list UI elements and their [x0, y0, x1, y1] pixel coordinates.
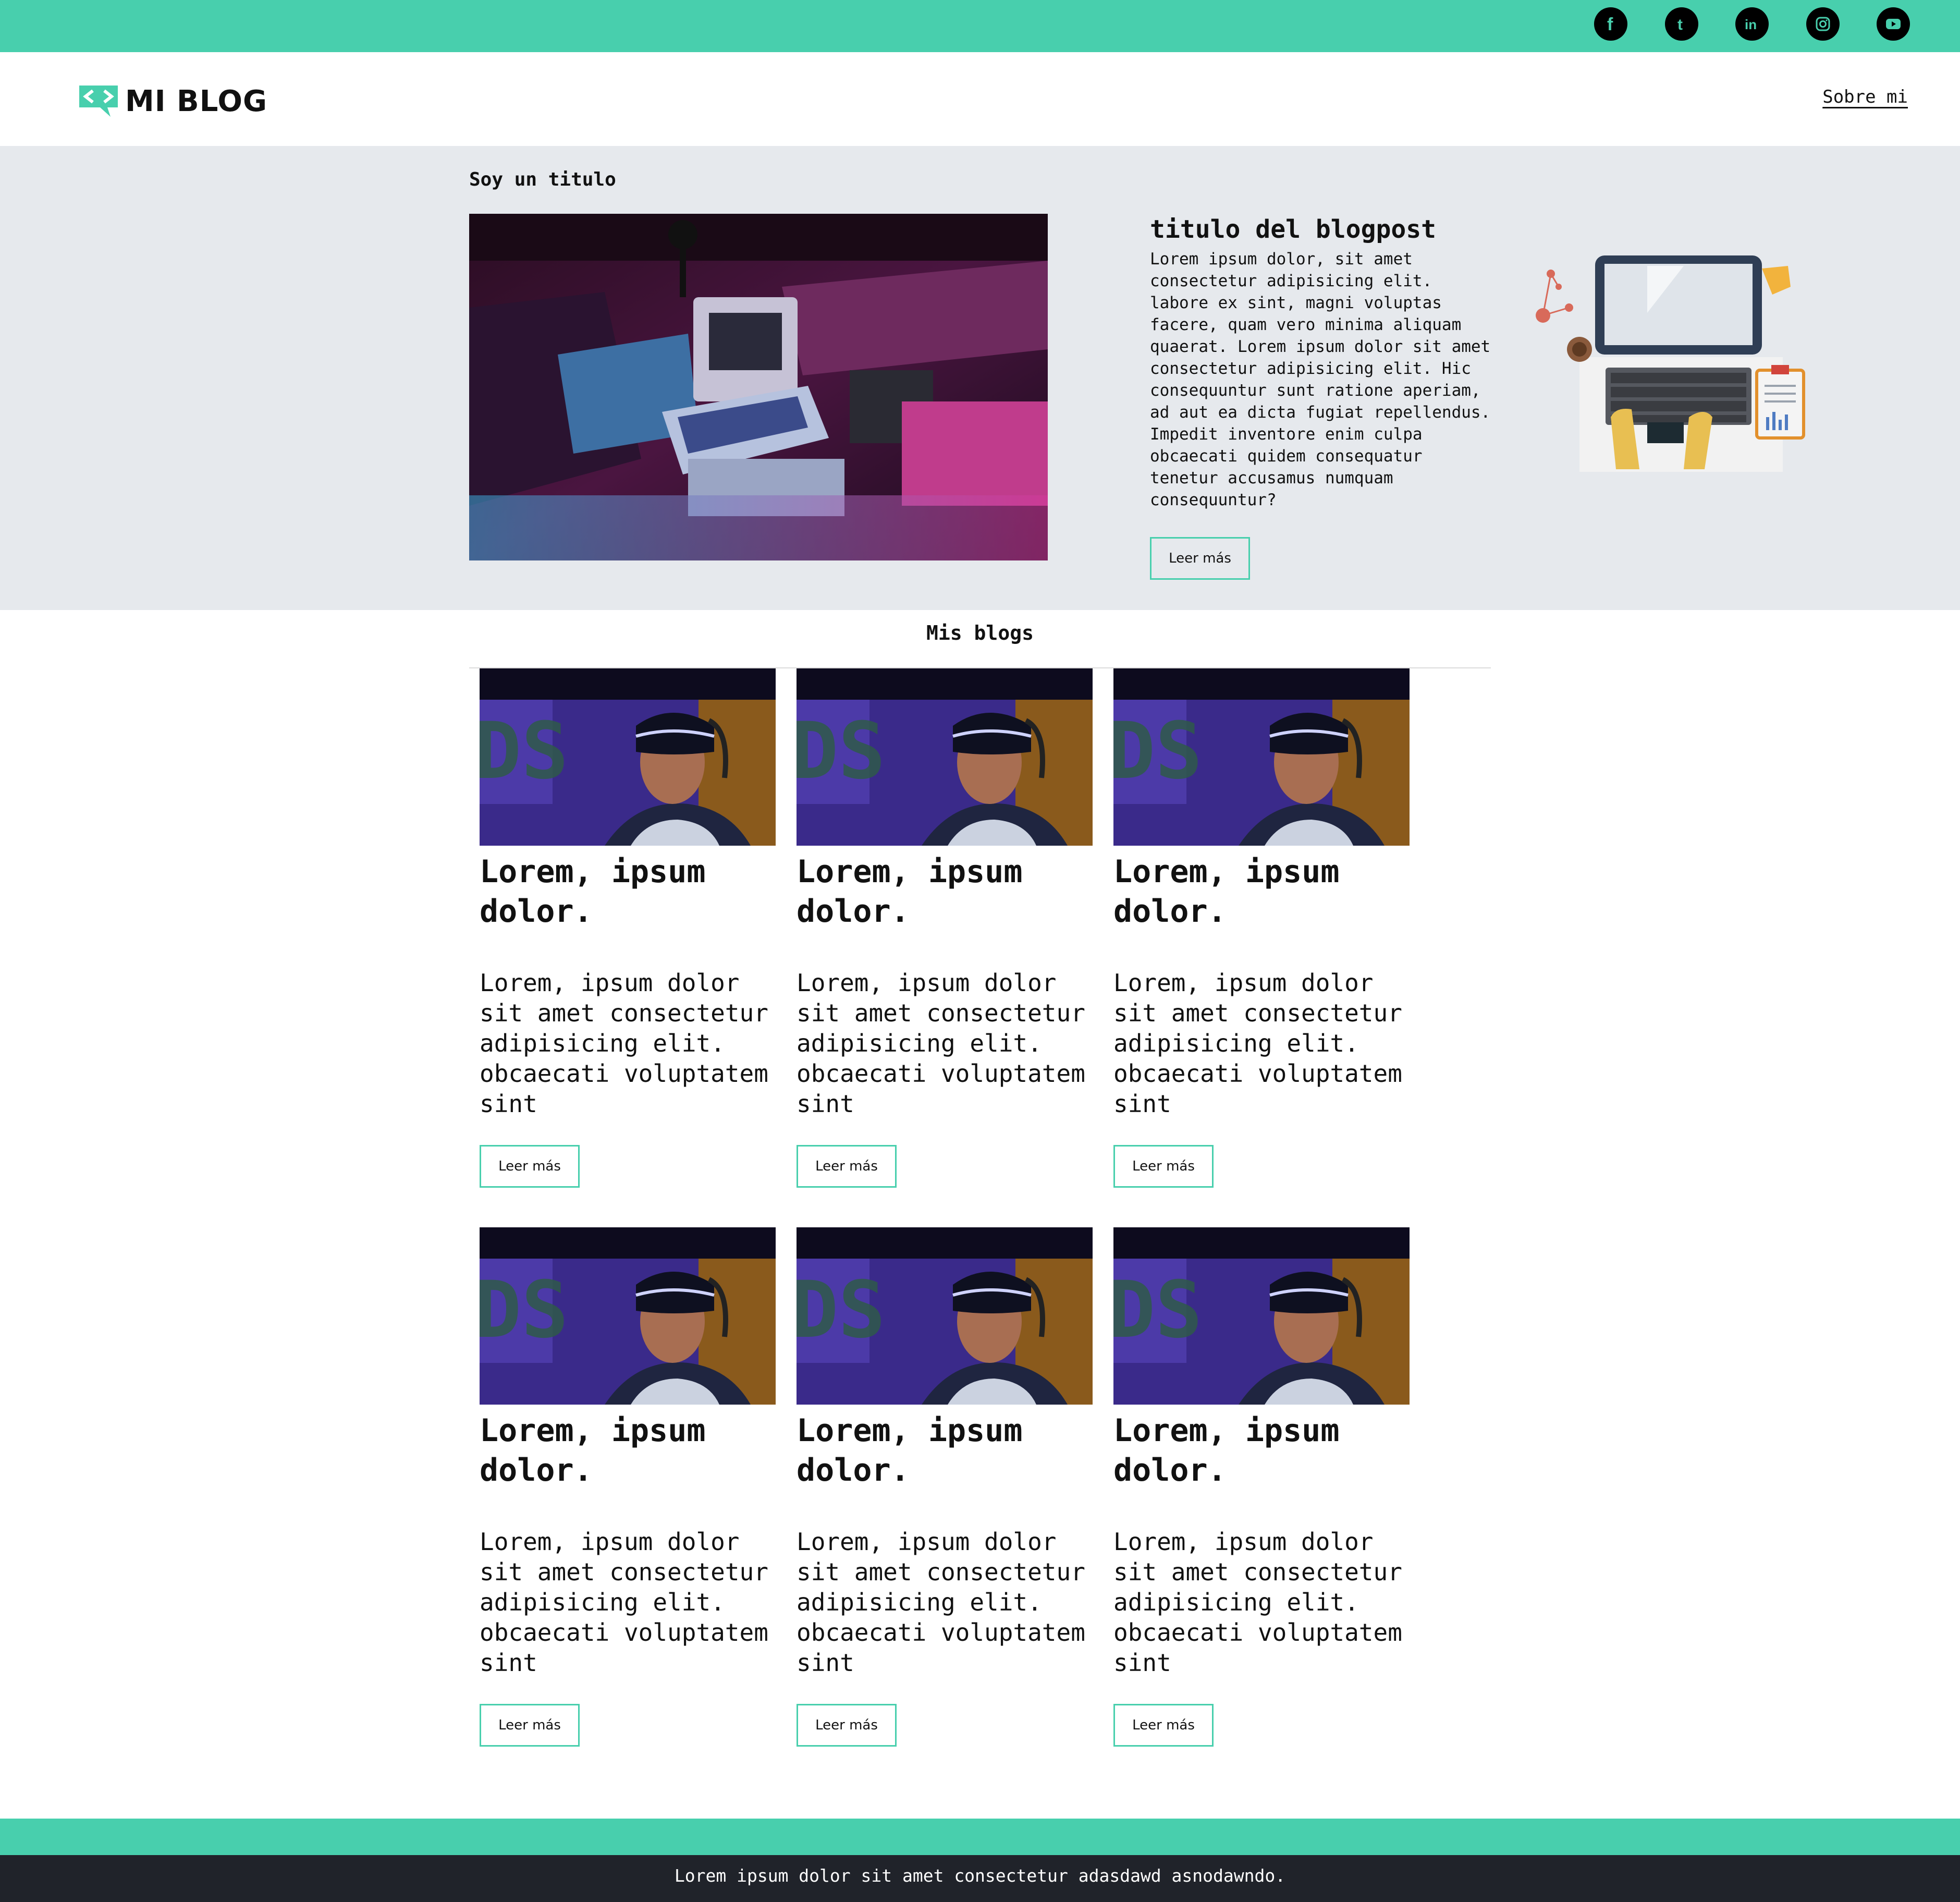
- instagram-icon[interactable]: [1806, 7, 1840, 41]
- svg-text:t: t: [1677, 16, 1683, 33]
- nav-link-sobre-mi[interactable]: Sobre mi: [1822, 87, 1908, 107]
- logo-icon: [79, 86, 118, 117]
- footer-accent-band: [0, 1819, 1960, 1855]
- blog-card-read-more-button[interactable]: Leer más: [797, 1145, 897, 1188]
- blog-card-title: Lorem, ipsum dolor.: [480, 1412, 706, 1489]
- blog-card: Lorem, ipsum dolor. Lorem, ipsum dolor s…: [1113, 1227, 1410, 1747]
- blog-card-title: Lorem, ipsum dolor.: [480, 854, 706, 930]
- hero-post-title: titulo del blogpost: [1150, 215, 1437, 244]
- logo-text: MI BLOG: [125, 84, 267, 118]
- hero-post-text: Lorem ipsum dolor, sit amet consectetur …: [1150, 250, 1491, 509]
- laptop-illustration: [1527, 250, 1809, 584]
- blog-card-read-more-button[interactable]: Leer más: [1113, 1704, 1214, 1747]
- youtube-icon[interactable]: [1877, 7, 1910, 41]
- social-bar: f t in: [0, 0, 1960, 52]
- blog-card-text: Lorem, ipsum dolor sit amet consectetur …: [480, 1528, 768, 1677]
- blog-card-image: [1113, 668, 1410, 846]
- blog-card: Lorem, ipsum dolor. Lorem, ipsum dolor s…: [1113, 668, 1410, 1188]
- logo[interactable]: MI BLOG: [77, 83, 267, 119]
- blog-card-title: Lorem, ipsum dolor.: [1113, 854, 1340, 930]
- blog-card-image: [797, 1227, 1093, 1405]
- hero-image-retro-computers: [469, 214, 1048, 560]
- blog-card-title: Lorem, ipsum dolor.: [1113, 1412, 1340, 1489]
- tumblr-icon[interactable]: t: [1665, 7, 1698, 41]
- hero-read-more-button[interactable]: Leer más: [1150, 537, 1250, 580]
- hero-section-title: Soy un titulo: [469, 169, 616, 190]
- linkedin-icon[interactable]: in: [1735, 7, 1769, 41]
- blog-card-text: Lorem, ipsum dolor sit amet consectetur …: [1113, 969, 1402, 1118]
- svg-text:f: f: [1607, 15, 1613, 34]
- blog-card-text: Lorem, ipsum dolor sit amet consectetur …: [1113, 1528, 1402, 1677]
- blog-card-image: [480, 668, 776, 846]
- blog-card: Lorem, ipsum dolor. Lorem, ipsum dolor s…: [797, 668, 1093, 1188]
- blog-card-image: [480, 1227, 776, 1405]
- blog-card: Lorem, ipsum dolor. Lorem, ipsum dolor s…: [480, 1227, 776, 1747]
- footer-text: Lorem ipsum dolor sit amet consectetur a…: [674, 1866, 1286, 1886]
- blog-card: Lorem, ipsum dolor. Lorem, ipsum dolor s…: [480, 668, 776, 1188]
- blog-card-image: [1113, 1227, 1410, 1405]
- site-header: MI BLOG Sobre mi: [0, 52, 1960, 146]
- blog-card-text: Lorem, ipsum dolor sit amet consectetur …: [797, 969, 1085, 1118]
- blog-card-text: Lorem, ipsum dolor sit amet consectetur …: [797, 1528, 1085, 1677]
- blog-card-title: Lorem, ipsum dolor.: [797, 854, 1023, 930]
- blog-card-read-more-button[interactable]: Leer más: [797, 1704, 897, 1747]
- svg-text:in: in: [1745, 17, 1757, 32]
- blog-card-text: Lorem, ipsum dolor sit amet consectetur …: [480, 969, 768, 1118]
- blogs-heading: Mis blogs: [926, 621, 1034, 644]
- blog-card-read-more-button[interactable]: Leer más: [480, 1145, 580, 1188]
- blog-card: Lorem, ipsum dolor. Lorem, ipsum dolor s…: [797, 1227, 1093, 1747]
- blog-card-image: [797, 668, 1093, 846]
- site-footer: Lorem ipsum dolor sit amet consectetur a…: [0, 1855, 1960, 1902]
- hero-section: Soy un titulo titulo del blogpost Lorem …: [0, 146, 1960, 610]
- facebook-icon[interactable]: f: [1594, 7, 1627, 41]
- blog-card-title: Lorem, ipsum dolor.: [797, 1412, 1023, 1489]
- blog-card-read-more-button[interactable]: Leer más: [480, 1704, 580, 1747]
- blog-card-read-more-button[interactable]: Leer más: [1113, 1145, 1214, 1188]
